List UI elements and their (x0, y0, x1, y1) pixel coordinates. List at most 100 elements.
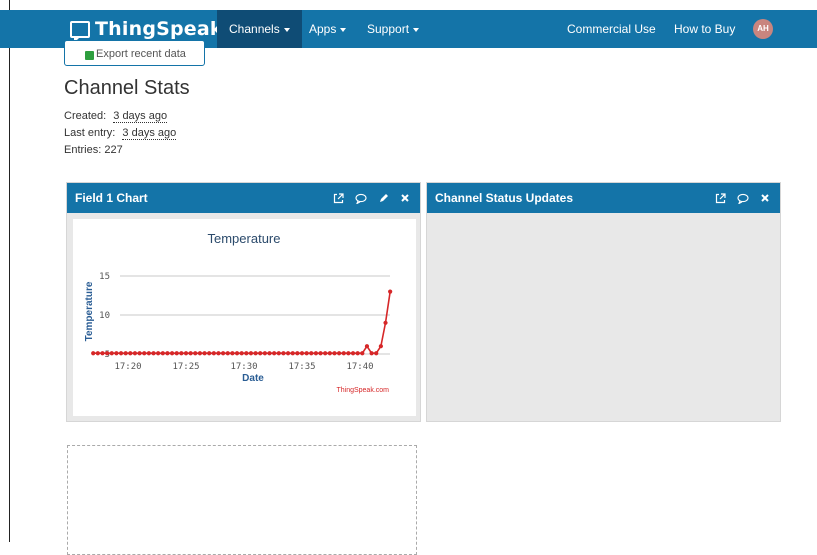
user-avatar[interactable]: AH (753, 19, 773, 39)
nav-apps-label: Apps (309, 22, 337, 36)
stat-last-entry-value: 3 days ago (122, 127, 177, 140)
data-point (244, 351, 249, 356)
data-point (369, 351, 374, 356)
data-point (183, 351, 189, 356)
data-point (258, 351, 263, 356)
data-point (313, 351, 319, 356)
data-point (165, 351, 170, 356)
nav-how-to-buy-link[interactable]: How to Buy (662, 10, 747, 48)
data-point (318, 351, 323, 356)
data-point (309, 351, 314, 356)
data-point (128, 351, 133, 356)
data-point (272, 351, 277, 356)
close-icon[interactable] (760, 193, 770, 203)
data-point (239, 351, 244, 356)
page-left-border (9, 0, 10, 542)
stat-created: Created: 3 days ago (64, 110, 168, 123)
chart-title: Temperature (208, 231, 281, 246)
temperature-chart: Temperature51015Temperature17:2017:2517:… (84, 231, 393, 394)
data-point (174, 351, 179, 356)
data-point (221, 351, 226, 356)
data-point (142, 351, 147, 356)
data-point (290, 351, 295, 356)
chart-credit: ThingSpeak.com (336, 387, 389, 394)
data-point (332, 351, 337, 356)
x-tick-label: 17:40 (346, 362, 373, 372)
data-point (383, 320, 388, 325)
nav-channels-dropdown[interactable]: Channels (217, 10, 302, 48)
data-point (337, 351, 342, 356)
y-axis-label: Temperature (84, 281, 95, 341)
export-icon (85, 51, 94, 60)
data-point (202, 351, 207, 356)
data-point (188, 351, 193, 356)
nav-channels-label: Channels (229, 22, 280, 36)
stat-created-value: 3 days ago (113, 110, 168, 123)
data-point (341, 351, 346, 356)
y-tick-label: 10 (99, 311, 110, 321)
data-point (146, 351, 151, 356)
pencil-icon[interactable] (378, 193, 389, 204)
thingspeak-logo-icon (70, 20, 90, 43)
nav-support-label: Support (367, 22, 410, 36)
x-tick-label: 17:20 (114, 362, 141, 372)
brand-name: ThingSpeak (95, 18, 223, 40)
panel-title: Field 1 Chart (75, 191, 148, 205)
external-link-icon[interactable] (715, 192, 726, 204)
channel-status-updates-panel: Channel Status Updates (426, 182, 781, 422)
data-point (323, 351, 328, 356)
data-point (137, 351, 142, 356)
data-point (95, 351, 100, 356)
data-point (360, 351, 365, 356)
data-point (151, 351, 156, 356)
data-point (109, 351, 114, 356)
series-line (93, 291, 391, 355)
data-point (91, 351, 96, 356)
data-point (248, 351, 254, 356)
panel-header: Field 1 Chart (67, 183, 420, 213)
data-point (132, 351, 138, 356)
close-icon[interactable] (400, 193, 410, 203)
stat-entries-label: Entries: (64, 144, 102, 156)
stat-entries: Entries: 227 (64, 144, 123, 156)
data-point (160, 351, 165, 356)
panel-actions (715, 183, 770, 213)
data-point (350, 351, 356, 356)
data-point (234, 351, 240, 356)
data-point (267, 351, 272, 356)
data-point (230, 351, 235, 356)
stat-last-entry: Last entry: 3 days ago (64, 127, 177, 140)
export-button-label: Export recent data (96, 48, 186, 60)
data-point (388, 289, 393, 294)
data-point (346, 351, 351, 356)
nav-commercial-use-link[interactable]: Commercial Use (555, 10, 668, 48)
data-point (114, 351, 119, 356)
add-widget-placeholder (67, 445, 417, 555)
data-point (281, 351, 286, 356)
data-point (276, 351, 281, 356)
external-link-icon[interactable] (333, 192, 344, 204)
nav-support-dropdown[interactable]: Support (355, 10, 431, 48)
brand-logo[interactable]: ThingSpeak ™ (70, 16, 233, 43)
data-point (355, 351, 360, 356)
data-point (100, 351, 105, 356)
data-point (253, 351, 258, 356)
x-tick-label: 17:25 (172, 362, 199, 372)
data-point (225, 351, 230, 356)
data-point (207, 351, 212, 356)
export-recent-data-button[interactable]: Export recent data (64, 40, 205, 66)
stat-created-label: Created: (64, 110, 107, 122)
data-point (285, 351, 291, 356)
data-point (105, 351, 110, 356)
data-point (169, 351, 175, 356)
comment-icon[interactable] (737, 193, 749, 204)
caret-down-icon (340, 27, 347, 32)
y-tick-label: 15 (99, 272, 110, 282)
x-tick-label: 17:35 (288, 362, 315, 372)
nav-apps-dropdown[interactable]: Apps (297, 10, 358, 48)
data-point (327, 351, 332, 356)
data-point (304, 351, 309, 356)
data-point (262, 351, 267, 356)
comment-icon[interactable] (355, 193, 367, 204)
field-1-chart-panel: Field 1 Chart Temperature51015Temperatur… (66, 182, 421, 422)
